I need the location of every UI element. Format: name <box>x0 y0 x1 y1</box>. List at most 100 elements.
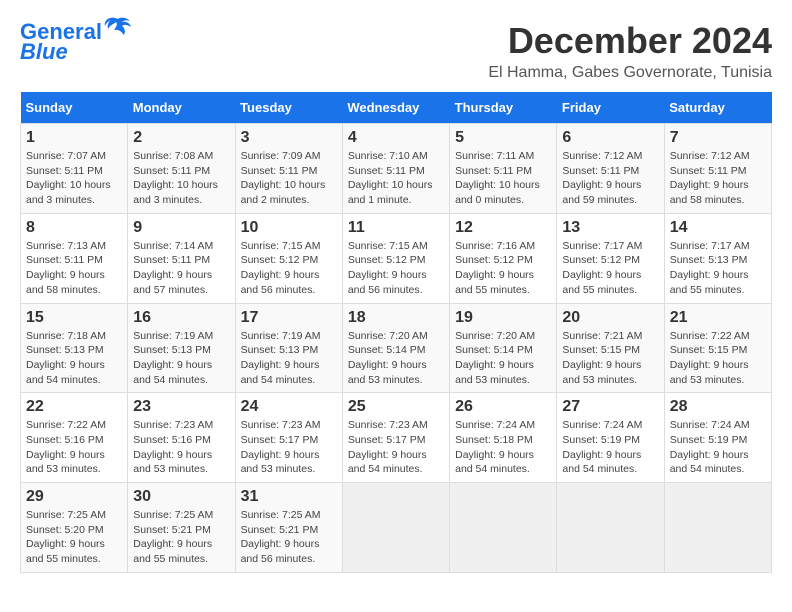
day-info: Sunrise: 7:12 AM Sunset: 5:11 PM Dayligh… <box>562 149 658 208</box>
col-saturday: Saturday <box>664 92 771 124</box>
day-info: Sunrise: 7:20 AM Sunset: 5:14 PM Dayligh… <box>455 329 551 388</box>
day-number: 18 <box>348 309 444 327</box>
day-number: 15 <box>26 309 122 327</box>
calendar-cell: 12 Sunrise: 7:16 AM Sunset: 5:12 PM Dayl… <box>450 213 557 303</box>
day-number: 14 <box>670 219 766 237</box>
day-info: Sunrise: 7:24 AM Sunset: 5:18 PM Dayligh… <box>455 418 551 477</box>
calendar-cell: 25 Sunrise: 7:23 AM Sunset: 5:17 PM Dayl… <box>342 393 449 483</box>
logo-blue-text: Blue <box>20 40 68 64</box>
calendar-cell <box>664 483 771 573</box>
calendar-cell: 21 Sunrise: 7:22 AM Sunset: 5:15 PM Dayl… <box>664 303 771 393</box>
calendar-cell: 29 Sunrise: 7:25 AM Sunset: 5:20 PM Dayl… <box>21 483 128 573</box>
day-number: 27 <box>562 398 658 416</box>
calendar-cell: 7 Sunrise: 7:12 AM Sunset: 5:11 PM Dayli… <box>664 124 771 214</box>
day-number: 13 <box>562 219 658 237</box>
day-number: 20 <box>562 309 658 327</box>
day-number: 22 <box>26 398 122 416</box>
day-number: 8 <box>26 219 122 237</box>
day-number: 31 <box>241 488 337 506</box>
calendar-cell: 24 Sunrise: 7:23 AM Sunset: 5:17 PM Dayl… <box>235 393 342 483</box>
calendar-title: December 2024 <box>488 20 772 62</box>
day-number: 28 <box>670 398 766 416</box>
day-info: Sunrise: 7:22 AM Sunset: 5:15 PM Dayligh… <box>670 329 766 388</box>
day-info: Sunrise: 7:17 AM Sunset: 5:12 PM Dayligh… <box>562 239 658 298</box>
day-info: Sunrise: 7:25 AM Sunset: 5:21 PM Dayligh… <box>133 508 229 567</box>
calendar-cell: 3 Sunrise: 7:09 AM Sunset: 5:11 PM Dayli… <box>235 124 342 214</box>
calendar-cell: 13 Sunrise: 7:17 AM Sunset: 5:12 PM Dayl… <box>557 213 664 303</box>
calendar-cell: 16 Sunrise: 7:19 AM Sunset: 5:13 PM Dayl… <box>128 303 235 393</box>
day-info: Sunrise: 7:21 AM Sunset: 5:15 PM Dayligh… <box>562 329 658 388</box>
col-monday: Monday <box>128 92 235 124</box>
day-info: Sunrise: 7:15 AM Sunset: 5:12 PM Dayligh… <box>348 239 444 298</box>
day-number: 2 <box>133 129 229 147</box>
calendar-cell <box>557 483 664 573</box>
day-number: 19 <box>455 309 551 327</box>
header-row: Sunday Monday Tuesday Wednesday Thursday… <box>21 92 772 124</box>
day-number: 6 <box>562 129 658 147</box>
col-thursday: Thursday <box>450 92 557 124</box>
day-info: Sunrise: 7:18 AM Sunset: 5:13 PM Dayligh… <box>26 329 122 388</box>
calendar-cell: 10 Sunrise: 7:15 AM Sunset: 5:12 PM Dayl… <box>235 213 342 303</box>
day-info: Sunrise: 7:19 AM Sunset: 5:13 PM Dayligh… <box>133 329 229 388</box>
day-info: Sunrise: 7:11 AM Sunset: 5:11 PM Dayligh… <box>455 149 551 208</box>
page-container: General Blue December 2024 El Hamma, Gab… <box>20 20 772 573</box>
calendar-cell: 23 Sunrise: 7:23 AM Sunset: 5:16 PM Dayl… <box>128 393 235 483</box>
day-info: Sunrise: 7:25 AM Sunset: 5:21 PM Dayligh… <box>241 508 337 567</box>
logo-bird-icon <box>104 17 132 39</box>
calendar-cell: 27 Sunrise: 7:24 AM Sunset: 5:19 PM Dayl… <box>557 393 664 483</box>
calendar-cell: 14 Sunrise: 7:17 AM Sunset: 5:13 PM Dayl… <box>664 213 771 303</box>
header: General Blue December 2024 El Hamma, Gab… <box>20 20 772 82</box>
day-info: Sunrise: 7:15 AM Sunset: 5:12 PM Dayligh… <box>241 239 337 298</box>
day-number: 5 <box>455 129 551 147</box>
calendar-cell: 31 Sunrise: 7:25 AM Sunset: 5:21 PM Dayl… <box>235 483 342 573</box>
calendar-cell: 9 Sunrise: 7:14 AM Sunset: 5:11 PM Dayli… <box>128 213 235 303</box>
day-number: 23 <box>133 398 229 416</box>
col-friday: Friday <box>557 92 664 124</box>
day-number: 21 <box>670 309 766 327</box>
day-info: Sunrise: 7:23 AM Sunset: 5:17 PM Dayligh… <box>241 418 337 477</box>
day-info: Sunrise: 7:12 AM Sunset: 5:11 PM Dayligh… <box>670 149 766 208</box>
calendar-table: Sunday Monday Tuesday Wednesday Thursday… <box>20 92 772 573</box>
day-info: Sunrise: 7:22 AM Sunset: 5:16 PM Dayligh… <box>26 418 122 477</box>
calendar-cell: 5 Sunrise: 7:11 AM Sunset: 5:11 PM Dayli… <box>450 124 557 214</box>
day-number: 26 <box>455 398 551 416</box>
calendar-cell: 6 Sunrise: 7:12 AM Sunset: 5:11 PM Dayli… <box>557 124 664 214</box>
calendar-cell: 2 Sunrise: 7:08 AM Sunset: 5:11 PM Dayli… <box>128 124 235 214</box>
day-number: 16 <box>133 309 229 327</box>
day-info: Sunrise: 7:20 AM Sunset: 5:14 PM Dayligh… <box>348 329 444 388</box>
day-info: Sunrise: 7:07 AM Sunset: 5:11 PM Dayligh… <box>26 149 122 208</box>
day-number: 30 <box>133 488 229 506</box>
day-info: Sunrise: 7:23 AM Sunset: 5:17 PM Dayligh… <box>348 418 444 477</box>
day-info: Sunrise: 7:13 AM Sunset: 5:11 PM Dayligh… <box>26 239 122 298</box>
logo: General Blue <box>20 20 132 64</box>
day-number: 25 <box>348 398 444 416</box>
calendar-cell: 1 Sunrise: 7:07 AM Sunset: 5:11 PM Dayli… <box>21 124 128 214</box>
day-number: 4 <box>348 129 444 147</box>
day-number: 29 <box>26 488 122 506</box>
day-number: 10 <box>241 219 337 237</box>
day-info: Sunrise: 7:08 AM Sunset: 5:11 PM Dayligh… <box>133 149 229 208</box>
day-number: 1 <box>26 129 122 147</box>
calendar-cell: 28 Sunrise: 7:24 AM Sunset: 5:19 PM Dayl… <box>664 393 771 483</box>
day-info: Sunrise: 7:23 AM Sunset: 5:16 PM Dayligh… <box>133 418 229 477</box>
day-info: Sunrise: 7:09 AM Sunset: 5:11 PM Dayligh… <box>241 149 337 208</box>
title-section: December 2024 El Hamma, Gabes Governorat… <box>488 20 772 82</box>
calendar-cell: 15 Sunrise: 7:18 AM Sunset: 5:13 PM Dayl… <box>21 303 128 393</box>
day-info: Sunrise: 7:16 AM Sunset: 5:12 PM Dayligh… <box>455 239 551 298</box>
calendar-cell: 26 Sunrise: 7:24 AM Sunset: 5:18 PM Dayl… <box>450 393 557 483</box>
day-number: 11 <box>348 219 444 237</box>
day-number: 24 <box>241 398 337 416</box>
calendar-subtitle: El Hamma, Gabes Governorate, Tunisia <box>488 64 772 82</box>
day-info: Sunrise: 7:25 AM Sunset: 5:20 PM Dayligh… <box>26 508 122 567</box>
calendar-cell: 20 Sunrise: 7:21 AM Sunset: 5:15 PM Dayl… <box>557 303 664 393</box>
calendar-cell: 11 Sunrise: 7:15 AM Sunset: 5:12 PM Dayl… <box>342 213 449 303</box>
day-info: Sunrise: 7:24 AM Sunset: 5:19 PM Dayligh… <box>670 418 766 477</box>
calendar-cell: 30 Sunrise: 7:25 AM Sunset: 5:21 PM Dayl… <box>128 483 235 573</box>
calendar-cell: 18 Sunrise: 7:20 AM Sunset: 5:14 PM Dayl… <box>342 303 449 393</box>
calendar-cell: 4 Sunrise: 7:10 AM Sunset: 5:11 PM Dayli… <box>342 124 449 214</box>
calendar-body: 1 Sunrise: 7:07 AM Sunset: 5:11 PM Dayli… <box>21 124 772 573</box>
calendar-cell <box>342 483 449 573</box>
day-number: 7 <box>670 129 766 147</box>
calendar-cell: 19 Sunrise: 7:20 AM Sunset: 5:14 PM Dayl… <box>450 303 557 393</box>
day-info: Sunrise: 7:10 AM Sunset: 5:11 PM Dayligh… <box>348 149 444 208</box>
